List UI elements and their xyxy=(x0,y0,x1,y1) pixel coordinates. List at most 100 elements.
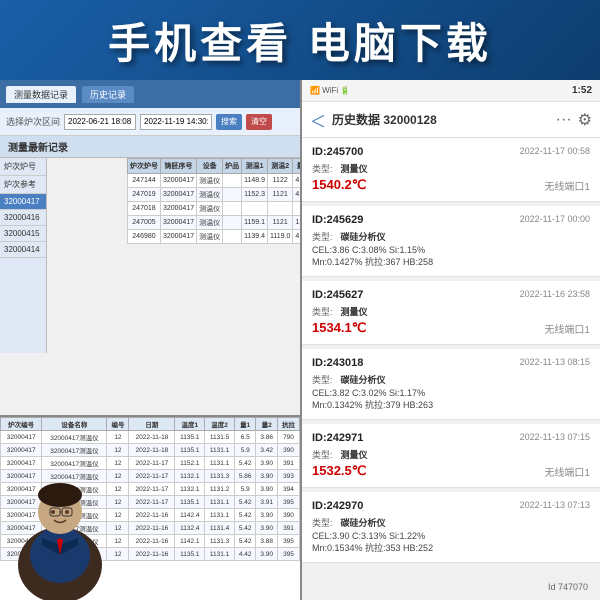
col-temp1: 测温1 xyxy=(242,159,268,174)
analysis-data1: CEL:3.90 C:3.13% Si:1.22% xyxy=(312,531,425,541)
tab-data-record[interactable]: 测量数据记录 xyxy=(6,86,76,103)
data-row: CEL:3.86 C:3.08% Si:1.15% xyxy=(312,245,590,255)
mobile-list: ID:245700 2022-11-17 00:58 类型: 测量仪 1540.… xyxy=(302,138,600,600)
data-row2: Mn:0.1342% 抗拉:379 HB:263 xyxy=(312,398,590,411)
status-bar-left: 📶 WiFi 🔋 xyxy=(310,86,350,95)
table-row: 24714432000417测温仪1148.911224.353.013.742… xyxy=(127,174,300,188)
col-temp2: 测温2 xyxy=(268,159,293,174)
type-val: 测量仪 xyxy=(341,448,368,461)
type-label: 类型: xyxy=(312,305,333,318)
type-val: 测量仪 xyxy=(341,162,368,175)
bottom-spreadsheet: 炉次编号 设备名称 编号 日期 温度1 温度2 量1 量2 抗拉 3200041… xyxy=(0,415,300,600)
table-row: 24701932000417测温仪1152.311214.003.731.529… xyxy=(127,188,300,202)
card-header: ID:242970 2022-11-13 07:13 xyxy=(312,500,590,512)
desktop-topbar: 测量数据记录 历史记录 xyxy=(0,80,300,108)
record-id: ID:242970 xyxy=(312,500,363,512)
list-item-32000414[interactable]: 32000414 xyxy=(0,242,46,258)
record-date: 2022-11-13 07:13 xyxy=(520,500,590,512)
card-header: ID:243018 2022-11-13 08:15 xyxy=(312,357,590,369)
type-row: 类型: 测量仪 xyxy=(312,162,590,175)
mobile-record-243018[interactable]: ID:243018 2022-11-13 08:15 类型: 碳硅分析仪 CEL… xyxy=(302,349,600,420)
card-header: ID:245627 2022-11-16 23:58 xyxy=(312,289,590,301)
type-row: 类型: 碳硅分析仪 xyxy=(312,230,590,243)
col-seq: 铸胚序号 xyxy=(160,159,196,174)
id-badge: Id 747070 xyxy=(548,582,588,592)
type-val: 测量仪 xyxy=(341,305,368,318)
type-label: 类型: xyxy=(312,230,333,243)
mobile-statusbar: 📶 WiFi 🔋 1:52 xyxy=(302,80,600,102)
col-device: 设备 xyxy=(197,159,223,174)
list-item-32000416[interactable]: 32000416 xyxy=(0,210,46,226)
back-button[interactable]: ＜ xyxy=(310,108,326,132)
temp-row: 1540.2℃ 无线端口1 xyxy=(312,177,590,193)
desktop-section-title: 测量最新记录 xyxy=(0,136,300,158)
record-id: ID:245629 xyxy=(312,214,363,226)
more-button[interactable]: ··· xyxy=(556,111,572,129)
port: 无线端口1 xyxy=(544,321,590,336)
right-panel: 📶 WiFi 🔋 1:52 ＜ 历史数据 32000128 ··· ⚙ ID:2… xyxy=(300,80,600,600)
analysis-data1: CEL:3.86 C:3.08% Si:1.15% xyxy=(312,245,425,255)
desktop-left-list: 炉次炉号 炉次参考 32000417 32000416 32000415 320… xyxy=(0,158,47,353)
temp-row: 1532.5℃ 无线端口1 xyxy=(312,463,590,479)
record-id: ID:245627 xyxy=(312,289,363,301)
temp-row: 1534.1℃ 无线端口1 xyxy=(312,320,590,336)
list-item-ref[interactable]: 炉次参考 xyxy=(0,176,46,194)
type-val: 碳硅分析仪 xyxy=(341,516,386,529)
type-row: 类型: 碳硅分析仪 xyxy=(312,373,590,386)
mobile-navbar: ＜ 历史数据 32000128 ··· ⚙ xyxy=(302,102,600,138)
data-row: CEL:3.90 C:3.13% Si:1.22% xyxy=(312,531,590,541)
card-header: ID:245629 2022-11-17 00:00 xyxy=(312,214,590,226)
col-furnace: 炉次炉号 xyxy=(127,159,160,174)
table-row: 24700532000417测温仪1159.111211.403.101.802… xyxy=(127,216,300,230)
record-id: ID:242971 xyxy=(312,432,363,444)
date-to-input[interactable] xyxy=(140,114,212,130)
mobile-record-242971[interactable]: ID:242971 2022-11-13 07:15 类型: 测量仪 1532.… xyxy=(302,424,600,488)
clear-button[interactable]: 清空 xyxy=(246,114,272,130)
mobile-record-245627[interactable]: ID:245627 2022-11-16 23:58 类型: 测量仪 1534.… xyxy=(302,281,600,345)
banner-title: 手机查看 电脑下载 xyxy=(108,10,492,71)
type-label: 类型: xyxy=(312,448,333,461)
tab-history[interactable]: 历史记录 xyxy=(82,86,134,103)
settings-button[interactable]: ⚙ xyxy=(578,110,592,130)
record-date: 2022-11-17 00:00 xyxy=(520,214,590,226)
type-val: 碳硅分析仪 xyxy=(341,373,386,386)
analysis-data2: Mn:0.1342% 抗拉:379 HB:263 xyxy=(312,398,433,411)
search-button[interactable]: 搜索 xyxy=(216,114,242,130)
list-item-32000415[interactable]: 32000415 xyxy=(0,226,46,242)
mobile-record-245629[interactable]: ID:245629 2022-11-17 00:00 类型: 碳硅分析仪 CEL… xyxy=(302,206,600,277)
list-item-header[interactable]: 炉次炉号 xyxy=(0,158,46,176)
type-label: 类型: xyxy=(312,516,333,529)
mobile-record-245700[interactable]: ID:245700 2022-11-17 00:58 类型: 测量仪 1540.… xyxy=(302,138,600,202)
data-row: CEL:3.82 C:3.02% Si:1.17% xyxy=(312,388,590,398)
table-row: 24698032000417测温仪1139.41119.04.413.01.52… xyxy=(127,230,300,244)
temperature: 1540.2℃ xyxy=(312,177,366,193)
date-from-input[interactable] xyxy=(64,114,136,130)
temperature: 1534.1℃ xyxy=(312,320,366,336)
col-v1: 量1 xyxy=(293,159,300,174)
person-silhouette xyxy=(0,450,120,600)
navbar-title: 历史数据 32000128 xyxy=(332,111,550,128)
data-row2: Mn:0.1427% 抗拉:367 HB:258 xyxy=(312,255,590,268)
table-row: 24701832000417测温仪1397.8查看 xyxy=(127,202,300,216)
data-area: 炉次炉号 炉次参考 32000417 32000416 32000415 320… xyxy=(0,158,300,353)
person-overlay xyxy=(0,450,120,600)
type-label: 类型: xyxy=(312,373,333,386)
temperature: 1532.5℃ xyxy=(312,463,366,479)
card-header: ID:245700 2022-11-17 00:58 xyxy=(312,146,590,158)
left-panel: 测量数据记录 历史记录 选择炉次区间 搜索 清空 测量最新记录 炉次炉号 炉次参… xyxy=(0,80,300,600)
analysis-data2: Mn:0.1534% 抗拉:353 HB:252 xyxy=(312,541,433,554)
record-id: ID:243018 xyxy=(312,357,363,369)
record-date: 2022-11-13 08:15 xyxy=(520,357,590,369)
card-header: ID:242971 2022-11-13 07:15 xyxy=(312,432,590,444)
type-label: 类型: xyxy=(312,162,333,175)
table-row: 3200041732000417测温仪122022-11-181135.1113… xyxy=(1,431,300,444)
record-date: 2022-11-16 23:58 xyxy=(520,289,590,301)
mobile-record-242970[interactable]: ID:242970 2022-11-13 07:13 类型: 碳硅分析仪 CEL… xyxy=(302,492,600,563)
main-content: 测量数据记录 历史记录 选择炉次区间 搜索 清空 测量最新记录 炉次炉号 炉次参… xyxy=(0,80,600,600)
port: 无线端口1 xyxy=(544,464,590,479)
list-item-32000417-selected[interactable]: 32000417 xyxy=(0,194,46,210)
data-row2: Mn:0.1534% 抗拉:353 HB:252 xyxy=(312,541,590,554)
type-row: 类型: 测量仪 xyxy=(312,448,590,461)
analysis-data1: CEL:3.82 C:3.02% Si:1.17% xyxy=(312,388,425,398)
date-range-label: 选择炉次区间 xyxy=(6,115,60,128)
